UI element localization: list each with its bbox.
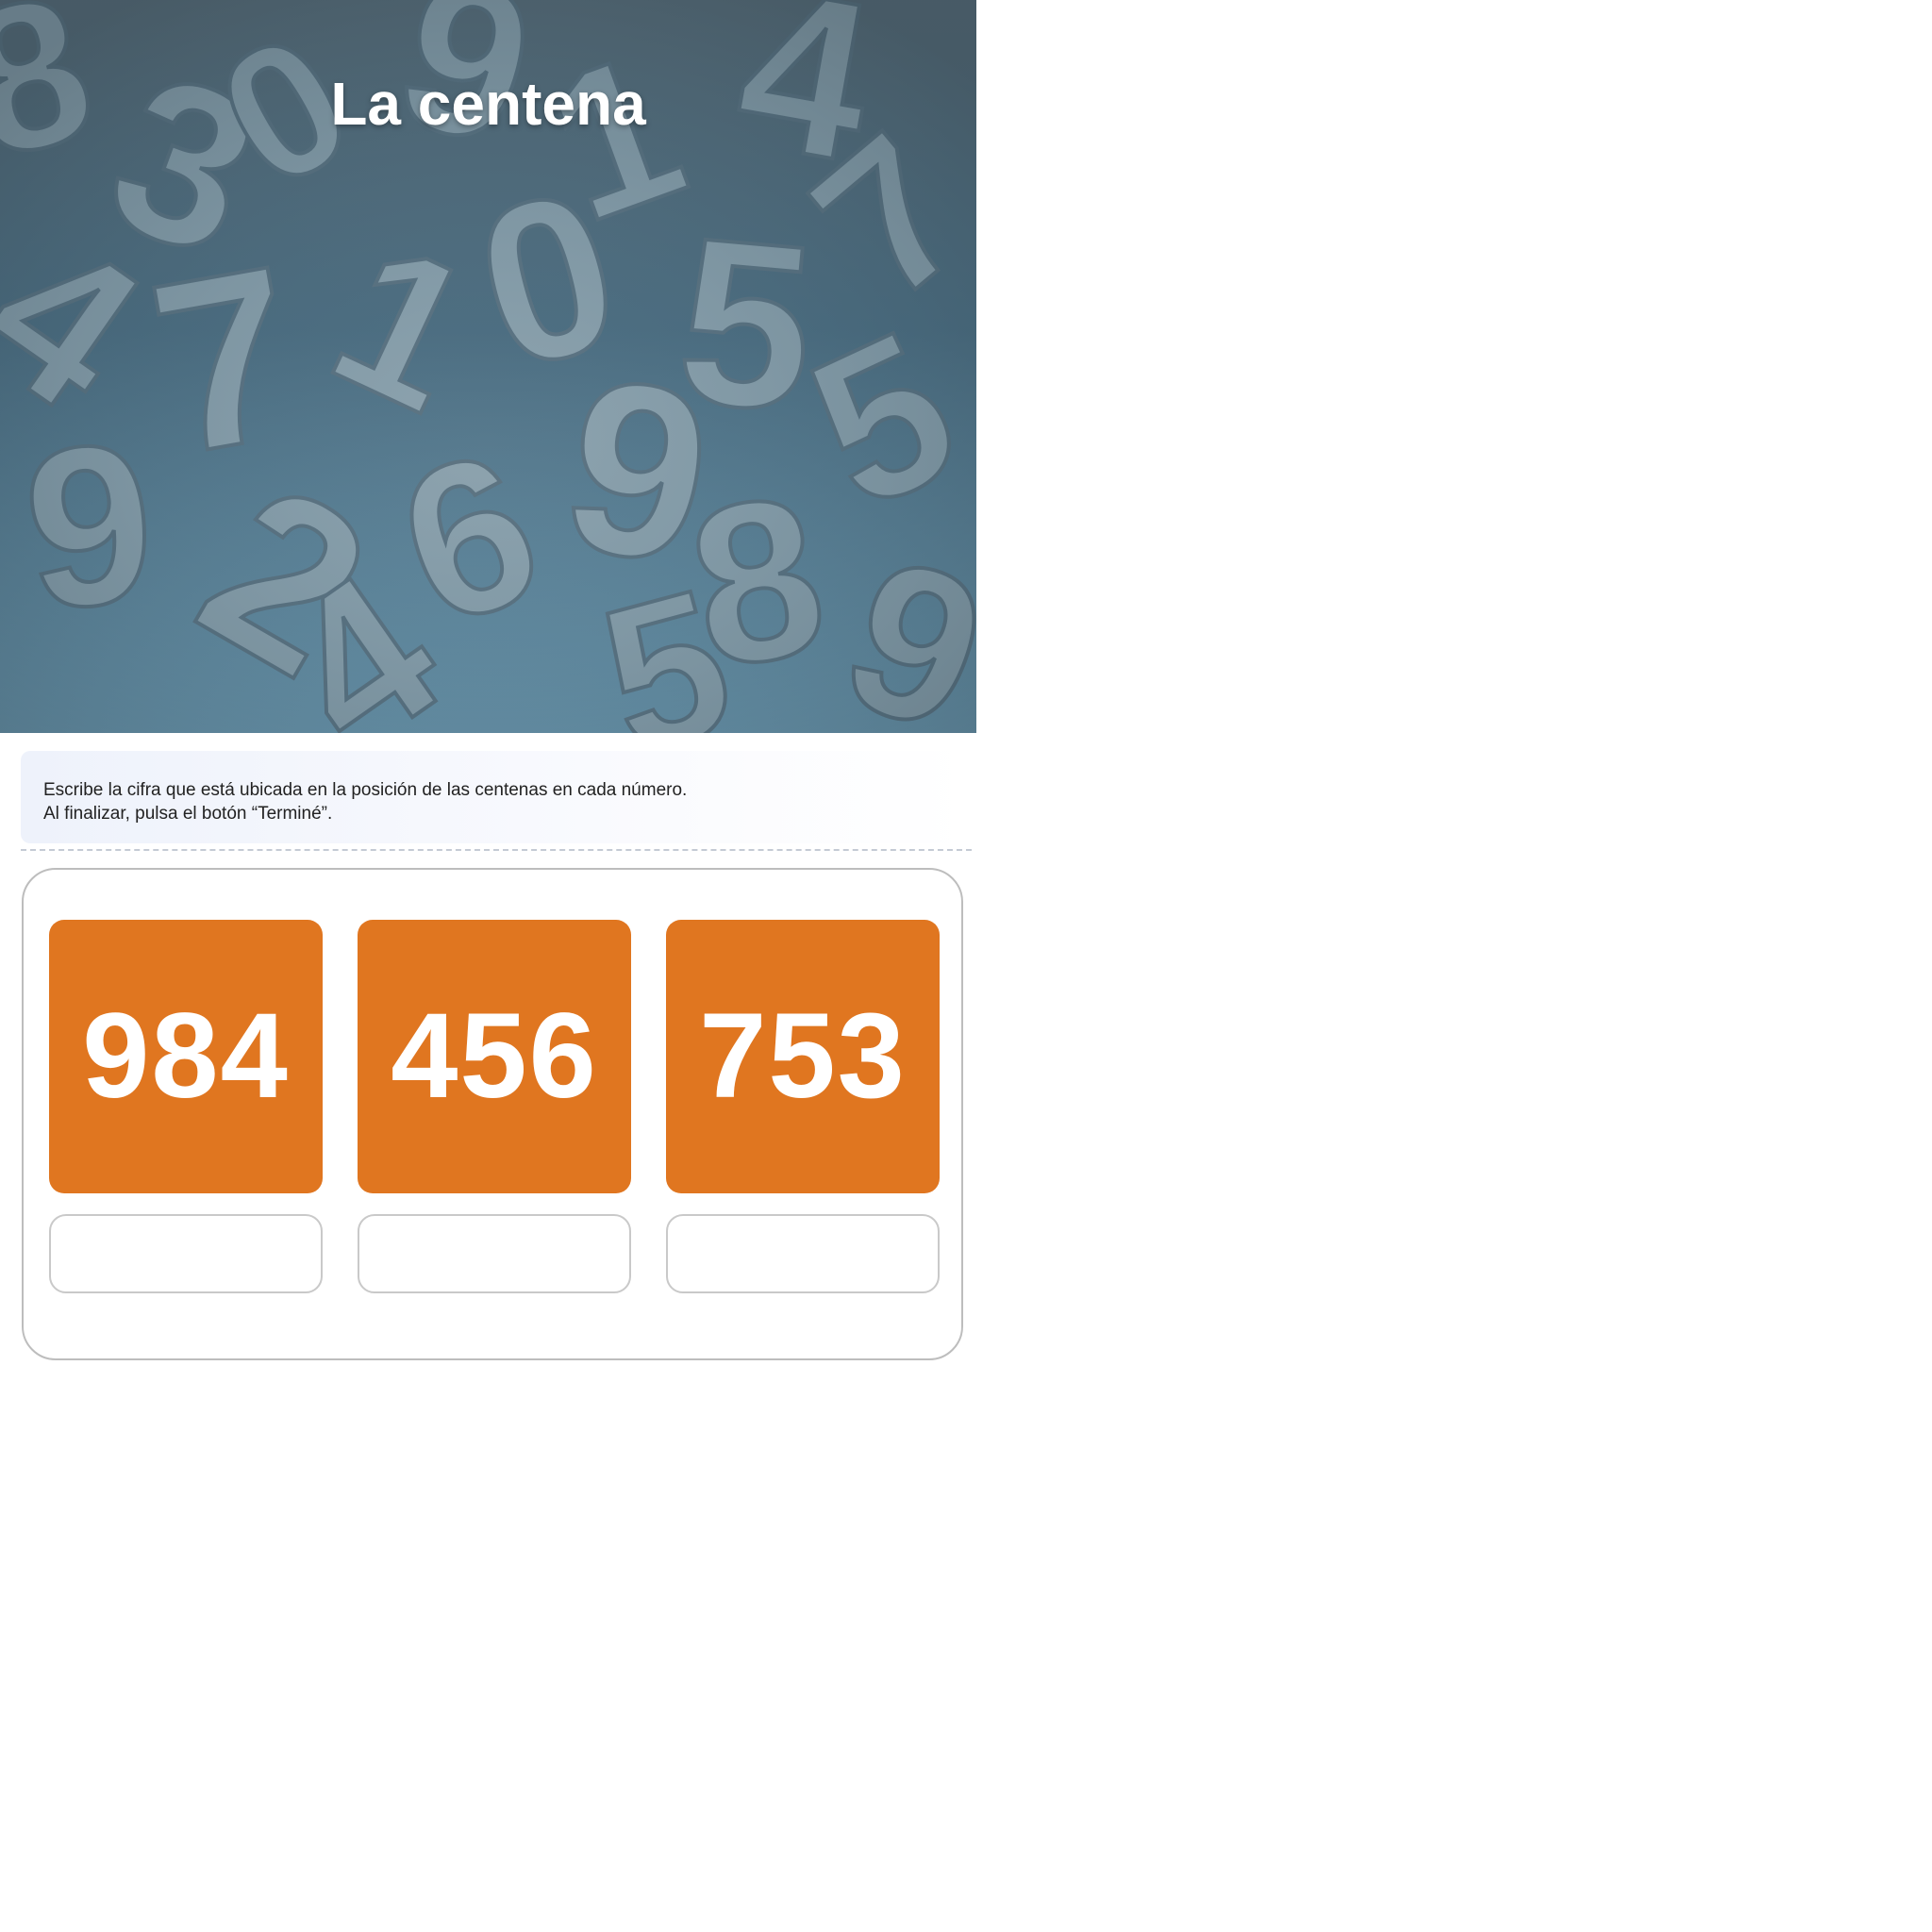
number-tile: 456 (358, 920, 631, 1193)
number-value: 753 (699, 989, 907, 1124)
answer-input-1[interactable] (49, 1214, 323, 1293)
number-tile: 753 (666, 920, 940, 1193)
number-tile: 984 (49, 920, 323, 1193)
instructions-box: Escribe la cifra que está ubicada en la … (21, 751, 969, 843)
answer-input-3[interactable] (666, 1214, 940, 1293)
dashed-divider (21, 849, 972, 851)
page-title: La centena (330, 70, 646, 138)
header-banner: 8 3 0 9 1 4 7 4 7 1 0 5 5 9 2 6 9 8 9 4 (0, 0, 976, 733)
number-value: 984 (82, 989, 290, 1124)
answer-input-2[interactable] (358, 1214, 631, 1293)
instruction-line-2: Al finalizar, pulsa el botón “Terminé”. (43, 804, 333, 824)
activity-page: 8 3 0 9 1 4 7 4 7 1 0 5 5 9 2 6 9 8 9 4 (0, 0, 1932, 1932)
instruction-line-1: Escribe la cifra que está ubicada en la … (43, 780, 688, 800)
number-value: 456 (391, 989, 598, 1124)
